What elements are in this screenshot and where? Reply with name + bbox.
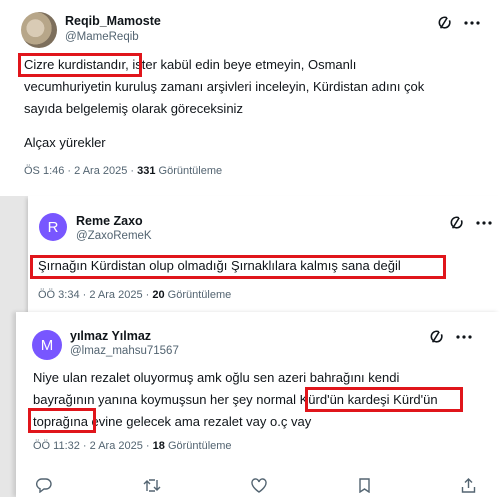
view-count: 331 [137, 165, 156, 177]
post-meta: ÖÖ 11:32 · 2 Ara 2025 · 18 Görüntüleme [33, 440, 232, 452]
post-text-line: Alçax yürekler [24, 135, 106, 150]
handle[interactable]: @lmaz_mahsu71567 [70, 345, 179, 357]
post-header-icons [438, 16, 480, 30]
grok-icon[interactable] [438, 16, 452, 30]
view-count: 20 [152, 289, 165, 301]
post-timestamp[interactable]: ÖS 1:46 · 2 Ara 2025 · [24, 165, 137, 177]
bookmark-icon[interactable] [358, 478, 371, 493]
post-timestamp[interactable]: ÖÖ 11:32 · 2 Ara 2025 · [33, 440, 153, 452]
more-icon[interactable] [456, 335, 472, 339]
post-text-line: vecumhuriyetin kuruluş zamanı arşivleri … [24, 79, 425, 94]
views-label: Görüntüleme [164, 440, 232, 452]
highlight-kurdun-kardesi [305, 387, 463, 412]
more-icon[interactable] [464, 21, 480, 25]
post-text-line: Niye ulan rezalet oluyormuş amk oğlu sen… [33, 370, 400, 385]
view-count: 18 [152, 440, 165, 452]
handle[interactable]: @ZaxoRemeK [76, 230, 152, 242]
handle[interactable]: @MameReqib [65, 31, 139, 43]
avatar[interactable]: R [39, 213, 67, 241]
grok-icon[interactable] [430, 330, 444, 344]
reply-icon[interactable] [36, 478, 52, 493]
more-icon[interactable] [476, 221, 492, 225]
display-name[interactable]: Reqib_Mamoste [65, 14, 161, 28]
views-label: Görüntüleme [155, 165, 223, 177]
post-header-icons [430, 330, 472, 344]
grok-icon[interactable] [450, 216, 464, 230]
highlight-sirnagin-line [30, 255, 446, 279]
highlight-topragina [28, 408, 96, 433]
post-meta: ÖS 1:46 · 2 Ara 2025 · 331 Görüntüleme [24, 165, 222, 177]
display-name[interactable]: Reme Zaxo [76, 214, 143, 228]
repost-icon[interactable] [143, 478, 161, 493]
post-header-icons [450, 216, 492, 230]
avatar[interactable]: M [32, 330, 62, 360]
avatar[interactable] [21, 12, 57, 48]
post-card-reme[interactable]: R Reme Zaxo @ZaxoRemeK Şırnağın Kürdista… [28, 196, 500, 312]
like-icon[interactable] [251, 478, 267, 493]
post-card-reqib[interactable]: Reqib_Mamoste @MameReqib Cizre kurdistan… [0, 0, 500, 196]
display-name[interactable]: yılmaz Yılmaz [70, 329, 151, 343]
highlight-cizre-kurdistandir [18, 53, 142, 77]
post-actions [36, 478, 476, 493]
views-label: Görüntüleme [164, 289, 232, 301]
post-meta: ÖÖ 3:34 · 2 Ara 2025 · 20 Görüntüleme [38, 289, 231, 301]
post-text-line: sayıda belgelemiş olarak göreceksiniz [24, 101, 243, 116]
post-timestamp[interactable]: ÖÖ 3:34 · 2 Ara 2025 · [38, 289, 152, 301]
share-icon[interactable] [461, 478, 476, 493]
